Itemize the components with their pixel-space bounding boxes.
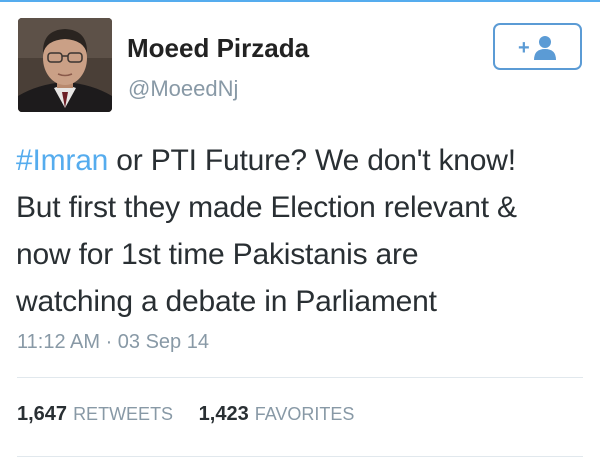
top-accent-rule	[0, 0, 600, 2]
retweets-stat[interactable]: 1,647 RETWEETS	[17, 403, 179, 425]
author-handle[interactable]: @MoeedNj	[128, 76, 238, 102]
tweet-timestamp[interactable]: 11:12 AM · 03 Sep 14	[17, 331, 209, 354]
tweet-line-1: #Imran or PTI Future? We don't know!	[16, 137, 591, 184]
add-user-icon: +	[518, 35, 556, 60]
profile-photo-icon	[18, 18, 112, 112]
tweet-text: #Imran or PTI Future? We don't know! But…	[16, 137, 591, 325]
tweet-line-1-text: or PTI Future? We don't know!	[108, 144, 516, 177]
divider	[17, 377, 583, 378]
author-name[interactable]: Moeed Pirzada	[127, 33, 309, 64]
retweets-count: 1,647	[17, 403, 68, 425]
hashtag-link[interactable]: #Imran	[16, 144, 108, 177]
avatar[interactable]	[18, 18, 112, 112]
divider	[17, 456, 583, 457]
tweet-line-3: now for 1st time Pakistanis are	[16, 238, 419, 271]
favorites-label: FAVORITES	[254, 404, 355, 424]
tweet-stats: 1,647 RETWEETS 1,423 FAVORITES	[17, 403, 354, 426]
tweet-line-4: watching a debate in Parliament	[16, 285, 437, 318]
follow-button[interactable]: +	[493, 23, 582, 70]
favorites-count: 1,423	[198, 403, 249, 425]
plus-sign: +	[518, 37, 530, 59]
retweets-label: RETWEETS	[73, 404, 174, 424]
tweet-line-2: But first they made Election relevant &	[16, 191, 517, 224]
favorites-stat[interactable]: 1,423 FAVORITES	[199, 403, 355, 425]
